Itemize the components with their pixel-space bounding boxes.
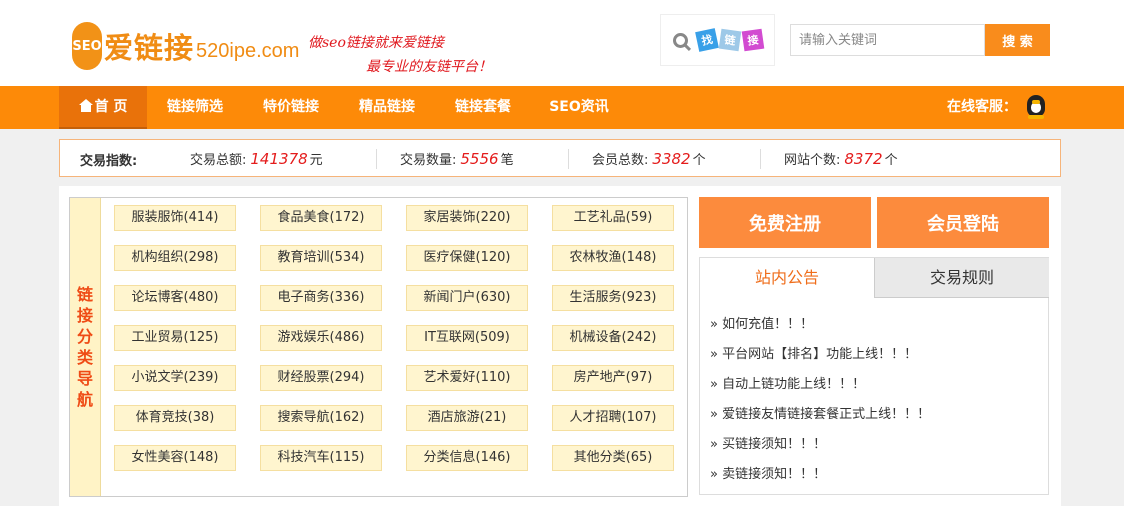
category-item[interactable]: 食品美食(172) [260,205,382,231]
category-item[interactable]: 科技汽车(115) [260,445,382,471]
tab-trade-rules[interactable]: 交易规则 [874,258,1049,298]
category-nav: 链接分类导航 服装服饰(414) 食品美食(172) 家居装饰(220) 工艺礼… [69,197,688,497]
category-item[interactable]: 小说文学(239) [114,365,236,391]
category-side-label: 链接分类导航 [70,198,101,496]
logo-name: 爱链接 [104,31,195,65]
category-item[interactable]: 论坛博客(480) [114,285,236,311]
category-item[interactable]: 艺术爱好(110) [406,365,528,391]
nav-special-links[interactable]: 特价链接 [243,86,339,129]
online-service-label: 在线客服： [947,99,1017,115]
category-item[interactable]: 游戏娱乐(486) [260,325,382,351]
notice-item[interactable]: » 如何充值！！！ [710,310,930,340]
divider [760,149,761,169]
notice-list: » 如何充值！！！ » 平台网站【排名】功能上线！！！ » 自动上链功能上线！！… [710,310,930,490]
notice-item[interactable]: » 平台网站【排名】功能上线！！！ [710,340,930,370]
category-item[interactable]: 财经股票(294) [260,365,382,391]
notice-item[interactable]: » 卖链接须知！！！ [710,460,930,490]
stat-unit: 个 [692,153,706,168]
stat-label: 交易总额: [190,153,247,168]
slogan-line-1: 做seo链接就来爱链接 [308,35,444,51]
stat-label: 会员总数: [592,153,649,168]
notice-item[interactable]: » 买链接须知！！！ [710,430,930,460]
main-panel: 链接分类导航 服装服饰(414) 食品美食(172) 家居装饰(220) 工艺礼… [59,186,1061,506]
notice-panel: 站内公告 交易规则 » 如何充值！！！ » 平台网站【排名】功能上线！！！ » … [699,257,1049,495]
trade-stats-bar: 交易指数: 交易总额: 141378 元 交易数量: 5556 笔 会员总数: 3382 个… [59,139,1061,177]
logo-domain: 520ipe.com [196,39,300,62]
slogan-line-2: 最专业的友链平台！ [366,59,492,75]
category-item[interactable]: 女性美容(148) [114,445,236,471]
nav-link-filter[interactable]: 链接筛选 [147,86,243,129]
category-item[interactable]: 机构组织(298) [114,245,236,271]
category-item[interactable]: 房产地产(97) [552,365,674,391]
free-register-button[interactable]: 免费注册 [699,197,871,248]
divider [568,149,569,169]
stat-unit: 个 [884,153,898,168]
find-tile-2: 链 [718,28,742,52]
divider [376,149,377,169]
nav-link-packages[interactable]: 链接套餐 [435,86,531,129]
stat-unit: 笔 [500,153,514,168]
logo-badge: SEO [72,22,102,70]
stat-member-count: 会员总数: 3382 个 [568,149,706,169]
magnifier-icon [673,32,688,48]
category-item[interactable]: 机械设备(242) [552,325,674,351]
qq-penguin-icon[interactable] [1025,93,1047,119]
stats-label: 交易指数: [80,154,138,169]
stat-value: 3382 [652,150,691,168]
stat-value: 8372 [844,150,883,168]
find-link-badge: 找 链 接 [660,14,775,66]
category-item[interactable]: 生活服务(923) [552,285,674,311]
category-item[interactable]: 人才招聘(107) [552,405,674,431]
site-logo[interactable]: SEO 爱链接 520ipe.com [72,22,299,70]
stat-label: 网站个数: [784,153,841,168]
notice-item[interactable]: » 爱链接友情链接套餐正式上线！！！ [710,400,930,430]
stat-total-amount: 交易总额: 141378 元 [190,149,323,168]
category-item[interactable]: 医疗保健(120) [406,245,528,271]
category-item[interactable]: 教育培训(534) [260,245,382,271]
category-item[interactable]: 服装服饰(414) [114,205,236,231]
site-header: SEO 爱链接 520ipe.com 做seo链接就来爱链接 最专业的友链平台！… [0,0,1124,86]
find-tile-3: 接 [741,28,765,52]
category-item[interactable]: 家居装饰(220) [406,205,528,231]
category-side-text: 链接分类导航 [77,285,94,409]
category-item[interactable]: 农林牧渔(148) [552,245,674,271]
category-item[interactable]: 工艺礼品(59) [552,205,674,231]
search-button[interactable]: 搜 索 [985,24,1050,56]
category-item[interactable]: IT互联网(509) [406,325,528,351]
nav-home-label: 首 页 [94,99,128,115]
main-nav: 首 页 链接筛选 特价链接 精品链接 链接套餐 SEO资讯 在线客服： [0,86,1124,129]
nav-home[interactable]: 首 页 [59,86,147,129]
category-item[interactable]: 分类信息(146) [406,445,528,471]
search-input[interactable] [790,24,985,56]
nav-premium-links[interactable]: 精品链接 [339,86,435,129]
stat-site-count: 网站个数: 8372 个 [760,149,898,169]
category-item[interactable]: 搜索导航(162) [260,405,382,431]
category-item[interactable]: 新闻门户(630) [406,285,528,311]
category-item[interactable]: 体育竞技(38) [114,405,236,431]
stat-trade-count: 交易数量: 5556 笔 [376,149,514,169]
stat-value: 5556 [460,150,499,168]
category-item[interactable]: 酒店旅游(21) [406,405,528,431]
notice-item[interactable]: » 自动上链功能上线！！！ [710,370,930,400]
stat-value: 141378 [250,150,308,168]
category-item[interactable]: 工业贸易(125) [114,325,236,351]
slogan: 做seo链接就来爱链接 最专业的友链平台！ [308,31,492,79]
category-item[interactable]: 其他分类(65) [552,445,674,471]
stat-unit: 元 [309,153,323,168]
category-item[interactable]: 电子商务(336) [260,285,382,311]
find-tile-1: 找 [695,28,719,52]
home-icon [78,99,93,112]
tab-site-notice[interactable]: 站内公告 [700,258,874,298]
stat-label: 交易数量: [400,153,457,168]
nav-seo-news[interactable]: SEO资讯 [531,86,627,129]
member-login-button[interactable]: 会员登陆 [877,197,1049,248]
